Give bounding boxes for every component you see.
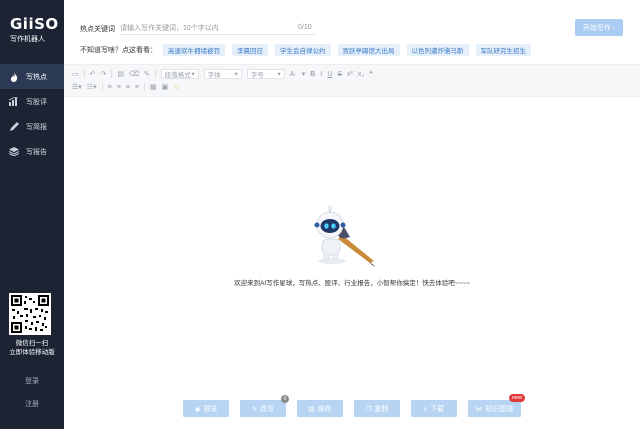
hot-tag[interactable]: 以色列遭炸骆马斯 <box>406 44 469 56</box>
qr-caption-line1: 微信扫一扫 <box>15 340 49 347</box>
sidebar-item-stock[interactable]: 写股评 <box>0 89 64 114</box>
chevron-down-icon: ▾ <box>277 71 281 78</box>
welcome-message: 欢迎来到AI写作星球，写热点、股评、行业报告，小智帮你搞定！快去体验吧~~~~ <box>234 280 470 287</box>
rewrite-button[interactable]: ✎ 改写 0 <box>240 395 289 417</box>
font-size-value: 字号 <box>250 72 264 79</box>
paragraph-format-value: 段落格式 <box>164 72 191 79</box>
align-right-icon[interactable]: ≡ <box>126 84 130 91</box>
sidebar-item-label: 写简报 <box>26 123 47 131</box>
ordered-list-icon[interactable]: ☰▾ <box>72 83 82 91</box>
preview-button[interactable]: ◉ 预览 <box>183 400 229 417</box>
chevron-down-icon: ▾ <box>234 71 238 78</box>
sidebar-item-report[interactable]: 写报告 <box>0 139 64 164</box>
sidebar-item-label: 写热点 <box>26 73 47 81</box>
copy-label: 复制 <box>374 405 389 413</box>
save-label: 保存 <box>317 405 332 413</box>
action-bar: ◉ 预览 ✎ 改写 0 ▤ 保存 ❐ 复制 ⤓ 下载 ⋈ 知识图谱 new <box>183 394 532 417</box>
start-writing-button[interactable]: 开始写作 › <box>575 19 623 36</box>
font-family-value: 字体 <box>207 72 221 79</box>
preview-label: 预览 <box>203 405 218 413</box>
superscript-icon[interactable]: x² <box>347 71 353 78</box>
subscript-icon[interactable]: x₂ <box>358 71 364 78</box>
format-painter-icon[interactable]: ⌫ <box>129 70 139 78</box>
keyword-label: 热点关键词 <box>80 26 115 33</box>
eye-icon: ◉ <box>194 405 201 413</box>
save-icon: ▤ <box>308 405 315 413</box>
emoji-icon[interactable]: ☺ <box>173 84 180 91</box>
align-center-icon[interactable]: ≡ <box>117 84 121 91</box>
hot-tag[interactable]: 军队研究生招生 <box>475 44 531 56</box>
hint-label: 不知道写啥？点这看看： <box>80 47 157 54</box>
unordered-list-icon[interactable]: ☷▾ <box>87 83 97 91</box>
highlight-icon[interactable]: ▾ <box>302 70 306 78</box>
qr-caption: 微信扫一扫 立即体验移动版 <box>0 339 64 357</box>
sidebar-item-hotspot[interactable]: 写热点 <box>0 64 64 89</box>
sidebar: GiiSO 写作机器人 写热点 写股评 写简报 写报告 微信扫一扫 立即体验移动… <box>0 0 64 429</box>
keyword-count: 0/10 <box>298 24 312 31</box>
chart-icon <box>9 97 19 107</box>
bold-icon[interactable]: B <box>310 71 315 78</box>
editor-toolbar: ▭ ↶ ↷ ▤ ⌫ ✎ 段落格式 ▾ 字体 ▾ 字号 ▾ A· ▾ B I U S x… <box>64 64 640 97</box>
save-button[interactable]: ▤ 保存 <box>297 400 343 417</box>
clear-format-icon[interactable]: ▤ <box>117 70 124 78</box>
new-badge: new <box>508 394 525 402</box>
download-icon: ⤓ <box>424 404 427 412</box>
italic-icon[interactable]: I <box>320 71 322 78</box>
undo-icon[interactable]: ↶ <box>90 70 96 78</box>
hot-tag[interactable]: 贾跃亭踢馆大出局 <box>337 44 400 56</box>
toolbar-divider <box>154 70 156 78</box>
graph-icon: ⋈ <box>475 405 483 413</box>
sidebar-item-brief[interactable]: 写简报 <box>0 114 64 139</box>
rewrite-label: 改写 <box>260 405 275 413</box>
quote-icon[interactable]: ❝ <box>369 70 373 78</box>
hot-tag[interactable]: 李晨回应 <box>232 44 268 56</box>
paragraph-format-select[interactable]: 段落格式 ▾ <box>160 69 199 79</box>
layers-icon <box>9 147 19 157</box>
download-label: 下载 <box>429 405 444 413</box>
toolbar-divider <box>111 70 113 78</box>
eraser-icon[interactable]: ✎ <box>144 70 150 78</box>
toolbar-row-1: ▭ ↶ ↷ ▤ ⌫ ✎ 段落格式 ▾ 字体 ▾ 字号 ▾ A· ▾ B I U S x… <box>72 69 378 79</box>
robot-mascot-illustration <box>312 205 378 271</box>
knowledge-graph-button[interactable]: ⋈ 知识图谱 new <box>468 394 525 417</box>
align-left-icon[interactable]: ≡ <box>108 84 112 91</box>
logo-text: GiiSO <box>10 15 59 33</box>
image-icon[interactable]: ▣ <box>162 83 169 91</box>
pen-icon <box>9 121 19 132</box>
hot-tag[interactable]: 学生会自律公约 <box>275 44 331 56</box>
knowledge-graph-label: 知识图谱 <box>485 405 514 413</box>
rewrite-count-badge: 0 <box>281 395 289 403</box>
redo-icon[interactable]: ↷ <box>101 70 107 78</box>
sidebar-item-label: 写股评 <box>26 98 47 106</box>
toolbar-divider <box>101 83 103 91</box>
logo-subtitle: 写作机器人 <box>10 36 45 43</box>
logo[interactable]: GiiSO 写作机器人 <box>10 15 59 44</box>
download-button[interactable]: ⤓ 下载 <box>411 400 457 417</box>
font-color-icon[interactable]: A· <box>290 71 297 78</box>
copy-button[interactable]: ❐ 复制 <box>354 400 400 417</box>
table-icon[interactable]: ▦ <box>150 83 157 91</box>
flame-icon <box>9 71 19 82</box>
qr-caption-line2: 立即体验移动版 <box>9 349 55 356</box>
edit-icon: ✎ <box>251 405 258 413</box>
register-link[interactable]: 注册 <box>0 399 64 409</box>
source-icon[interactable]: ▭ <box>72 70 79 78</box>
toolbar-row-2: ☰▾ ☷▾ ≡ ≡ ≡ ≡ ▦ ▣ ☺ <box>72 83 185 91</box>
copy-icon: ❐ <box>365 405 372 413</box>
font-size-select[interactable]: 字号 ▾ <box>246 69 285 79</box>
sidebar-nav: 写热点 写股评 写简报 写报告 <box>0 64 64 164</box>
chevron-down-icon: ▾ <box>191 71 195 78</box>
qr-code <box>9 293 51 335</box>
hot-tag[interactable]: 高速欢牛拥堵被罚 <box>163 44 225 56</box>
strikethrough-icon[interactable]: S <box>337 71 342 78</box>
underline-icon[interactable]: U <box>327 71 332 78</box>
align-justify-icon[interactable]: ≡ <box>135 84 139 91</box>
toolbar-divider <box>143 83 145 91</box>
font-family-select[interactable]: 字体 ▾ <box>203 69 242 79</box>
keyword-input[interactable]: 请输入写作关键词，10个字以内 <box>120 20 315 35</box>
sidebar-item-label: 写报告 <box>26 148 47 156</box>
hint-row: 不知道写啥？点这看看： 高速欢牛拥堵被罚 李晨回应 学生会自律公约 贾跃亭踢馆大… <box>80 44 538 56</box>
login-link[interactable]: 登录 <box>0 376 64 386</box>
toolbar-divider <box>83 70 85 78</box>
